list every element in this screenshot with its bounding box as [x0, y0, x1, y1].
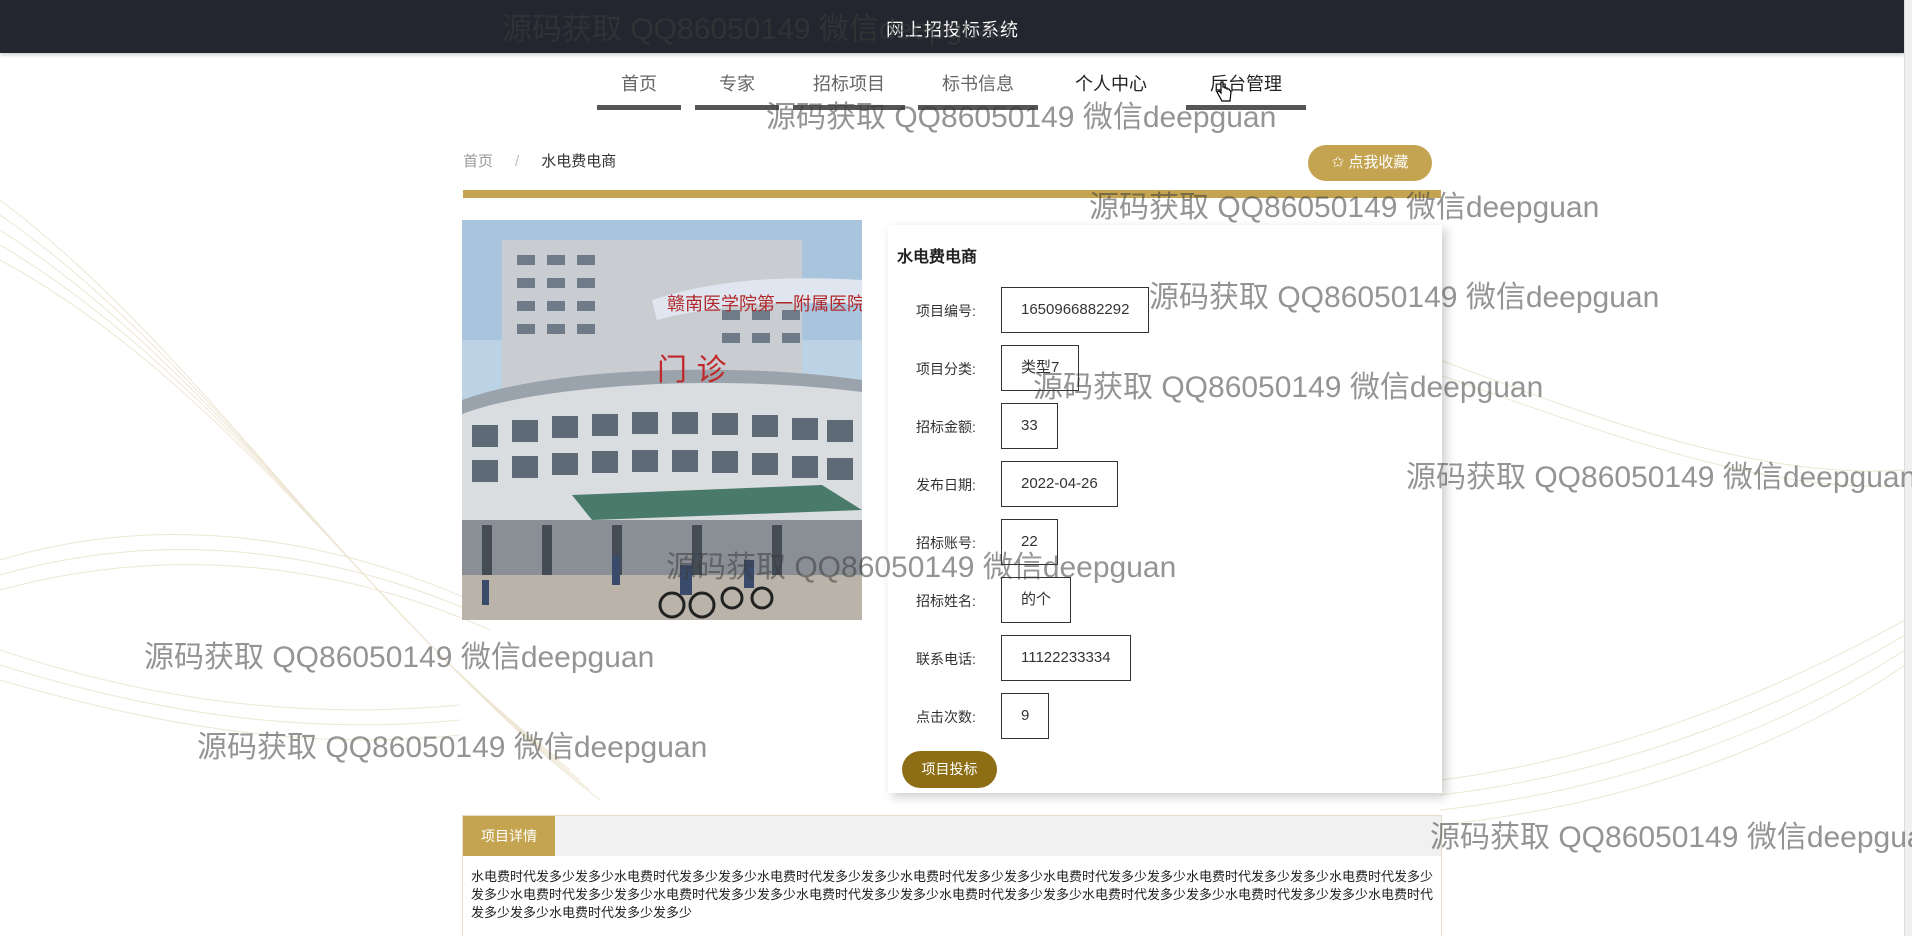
nav-item-label: 专家: [719, 74, 755, 94]
project-image: 赣南医学院第一附属医院 门 诊: [462, 220, 862, 620]
app-title: 网上招投标系统: [886, 20, 1019, 40]
field-value: 的个: [1001, 577, 1072, 623]
tab-project-detail[interactable]: 项目详情: [463, 816, 555, 856]
breadcrumb: 首页 / 水电费电商: [463, 150, 616, 171]
field-value: 2022-04-26: [1001, 461, 1118, 507]
scrollbar[interactable]: [1904, 0, 1912, 936]
nav-item-personal-center[interactable]: 个人中心: [1055, 70, 1167, 110]
bid-button[interactable]: 项目投标: [902, 751, 997, 788]
field-label: 发布日期:: [916, 477, 976, 493]
page: 网上招投标系统 首页 专家 招标项目 标书信息 个人中心 后台管理 首页 / 水电费…: [0, 0, 1912, 936]
main-nav: 首页 专家 招标项目 标书信息 个人中心 后台管理: [0, 60, 1905, 110]
nav-underline: [793, 105, 905, 110]
nav-underline: [918, 105, 1038, 110]
nav-item-experts[interactable]: 专家: [695, 70, 779, 110]
svg-text:赣南医学院第一附属医院: 赣南医学院第一附属医院: [667, 294, 862, 315]
field-value: 11122233334: [1001, 635, 1131, 681]
breadcrumb-separator: /: [515, 153, 520, 170]
nav-item-bid-info[interactable]: 标书信息: [918, 70, 1038, 110]
breadcrumb-home[interactable]: 首页: [463, 153, 493, 170]
divider: [463, 190, 1441, 198]
field-value: 22: [1001, 519, 1058, 565]
breadcrumb-current: 水电费电商: [541, 153, 617, 170]
nav-underline: [1186, 105, 1306, 110]
favorite-button[interactable]: ✩ 点我收藏: [1308, 145, 1432, 181]
detail-text: 水电费时代发多少发多少水电费时代发多少发多少水电费时代发多少发多少水电费时代发多…: [471, 869, 1434, 920]
field-label: 招标账号:: [916, 535, 976, 551]
field-label: 联系电话:: [916, 651, 976, 667]
field-label: 点击次数:: [916, 709, 976, 725]
field-value: 1650966882292: [1001, 287, 1150, 333]
field-value: 类型7: [1001, 345, 1080, 391]
project-detail-panel: 项目详情 水电费时代发多少发多少水电费时代发多少发多少水电费时代发多少发多少水电…: [462, 815, 1442, 936]
hand-pointer-icon: [1216, 81, 1232, 102]
detail-header: 项目详情: [463, 816, 1441, 856]
nav-item-label: 招标项目: [813, 74, 885, 94]
nav-underline: [597, 105, 681, 110]
field-value: 33: [1001, 403, 1058, 449]
nav-item-label: 个人中心: [1075, 74, 1147, 94]
field-label: 招标金额:: [916, 419, 976, 435]
field-label: 项目编号:: [916, 303, 976, 319]
field-value: 9: [1001, 693, 1050, 739]
field-label: 项目分类:: [916, 361, 976, 377]
nav-underline: [695, 105, 779, 110]
field-label: 招标姓名:: [916, 593, 976, 609]
nav-item-home[interactable]: 首页: [597, 70, 681, 110]
nav-item-label: 标书信息: [942, 74, 1014, 94]
nav-item-admin[interactable]: 后台管理: [1186, 70, 1306, 110]
project-info-card: 水电费电商 项目编号: 1650966882292 项目分类: 类型7 招标金额…: [888, 225, 1442, 793]
nav-item-label: 后台管理: [1210, 74, 1282, 94]
top-header-bar: 网上招投标系统: [0, 0, 1905, 53]
svg-text:门 诊: 门 诊: [657, 353, 727, 388]
nav-item-tender-projects[interactable]: 招标项目: [793, 70, 905, 110]
project-title: 水电费电商: [897, 249, 978, 266]
nav-item-label: 首页: [621, 74, 657, 94]
